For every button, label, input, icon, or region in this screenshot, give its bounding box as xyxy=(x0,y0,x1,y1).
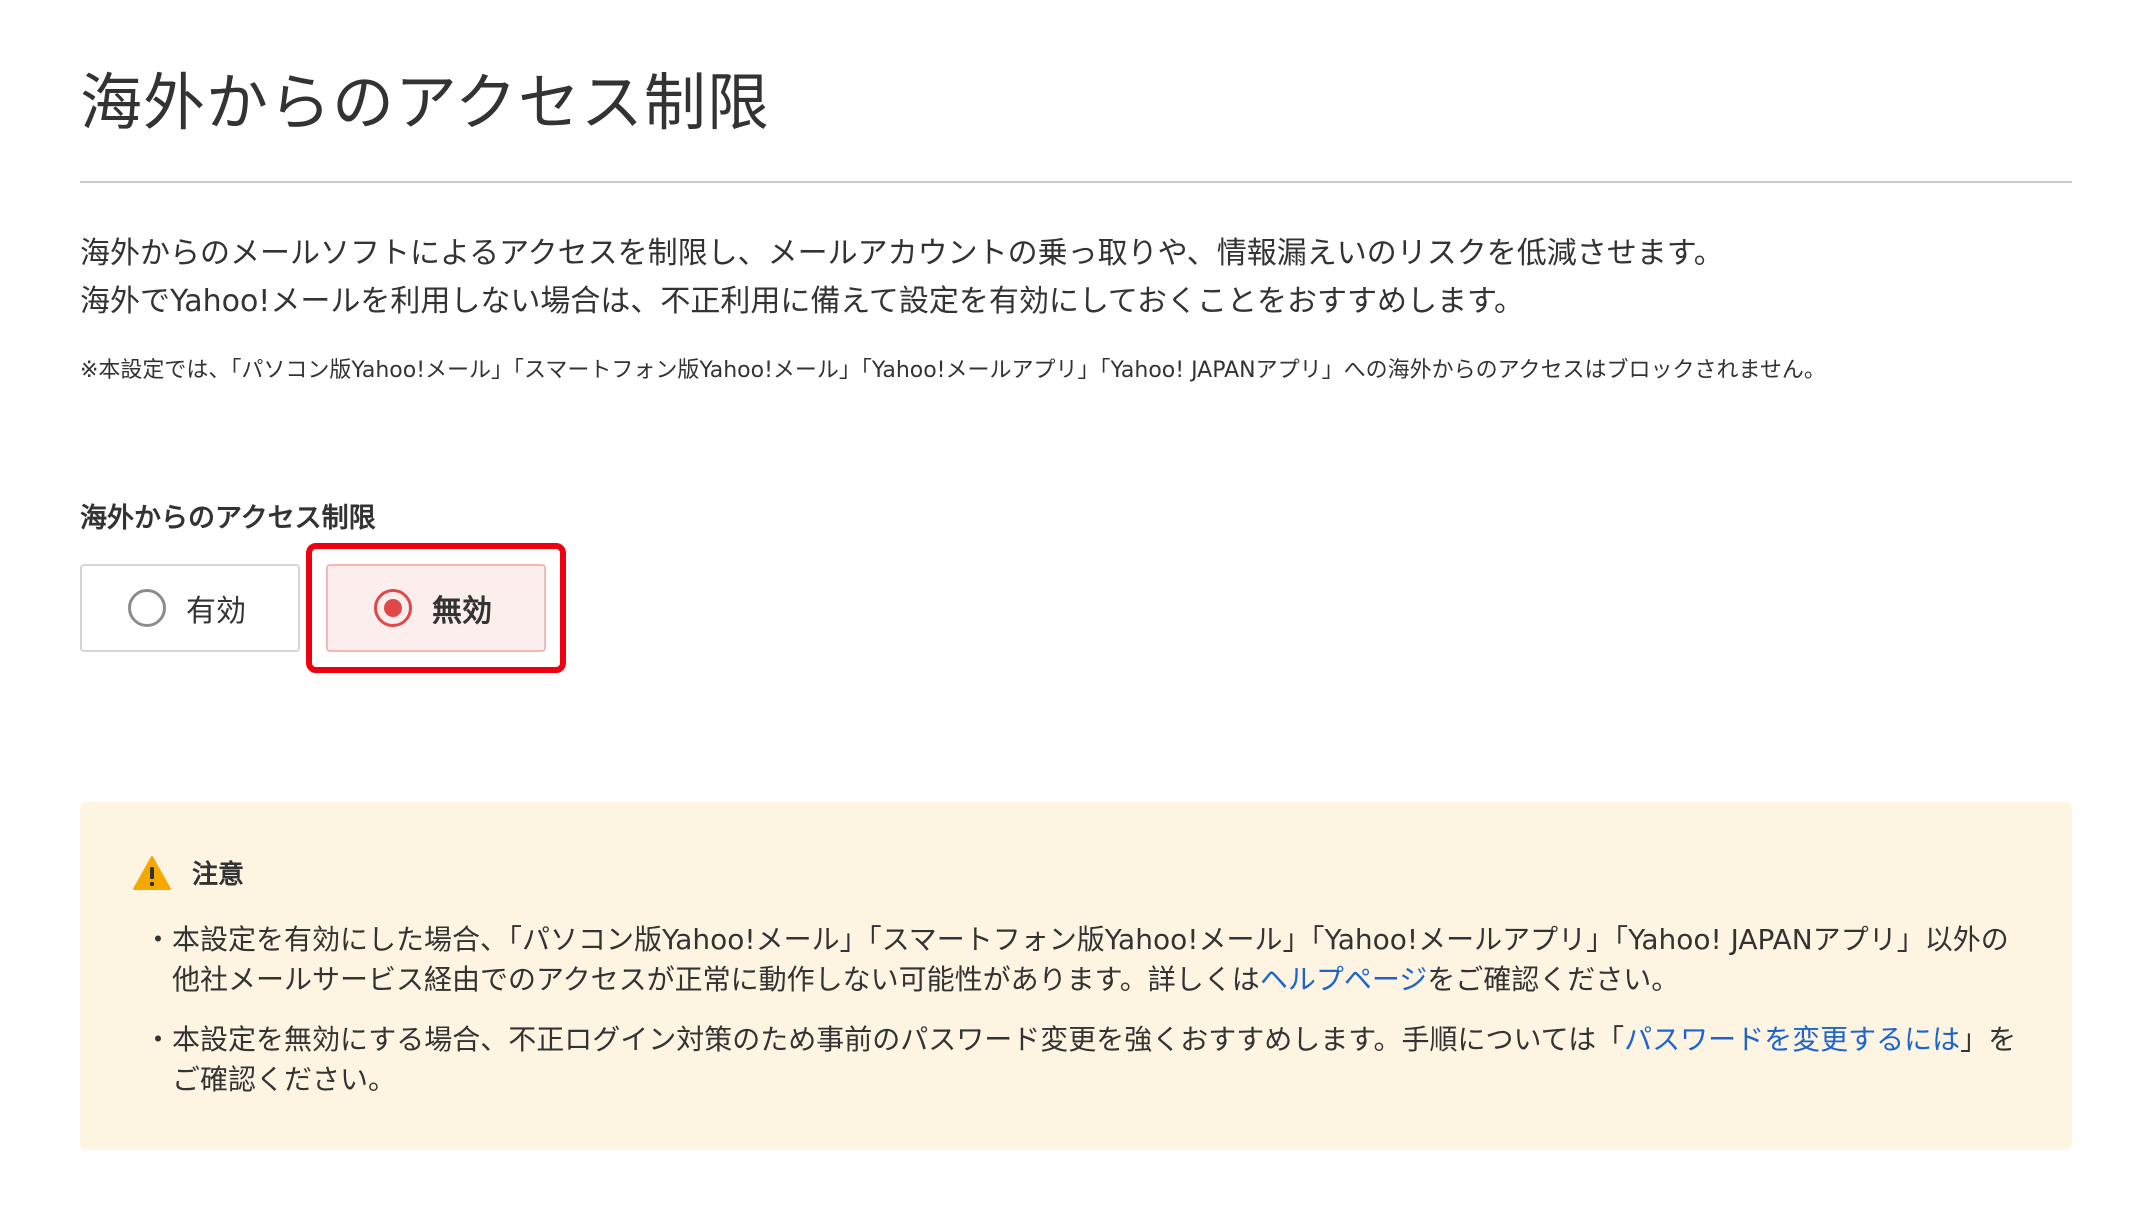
description-line-2: 海外でYahoo!メールを利用しない場合は、不正利用に備えて設定を有効にしておく… xyxy=(80,284,1525,319)
caution-item-text-after: をご確認ください。 xyxy=(1427,963,1680,996)
setting-label: 海外からのアクセス制限 xyxy=(80,503,376,534)
caution-item: ・本設定を無効にする場合、不正ログイン対策のため事前のパスワード変更を強くおすす… xyxy=(80,1020,2072,1100)
caution-item: ・本設定を有効にした場合、「パソコン版Yahoo!メール」「スマートフォン版Ya… xyxy=(80,920,2072,1000)
caution-item-text: 本設定を有効にした場合、「パソコン版Yahoo!メール」「スマートフォン版Yah… xyxy=(172,923,2009,996)
radio-checked-icon xyxy=(374,589,412,627)
bullet: ・ xyxy=(144,1023,173,1056)
caution-panel: 注意 ・本設定を有効にした場合、「パソコン版Yahoo!メール」「スマートフォン… xyxy=(80,802,2072,1150)
description: 海外からのメールソフトによるアクセスを制限し、メールアカウントの乗っ取りや、情報… xyxy=(80,230,1724,326)
radio-unchecked-icon xyxy=(128,589,166,627)
page-title: 海外からのアクセス制限 xyxy=(80,66,770,139)
radio-enabled[interactable]: 有効 xyxy=(80,564,300,652)
caution-header: 注意 xyxy=(132,854,244,891)
description-line-1: 海外からのメールソフトによるアクセスを制限し、メールアカウントの乗っ取りや、情報… xyxy=(80,236,1724,271)
caution-item-text: 本設定を無効にする場合、不正ログイン対策のため事前のパスワード変更を強くおすすめ… xyxy=(172,1023,1625,1056)
radio-disabled[interactable]: 無効 xyxy=(326,564,546,652)
help-page-link[interactable]: ヘルプページ xyxy=(1260,963,1427,996)
bullet: ・ xyxy=(144,923,173,956)
title-divider xyxy=(80,181,2072,183)
change-password-link[interactable]: パスワードを変更するには xyxy=(1624,1023,1960,1056)
warning-icon xyxy=(133,855,171,890)
radio-enabled-label: 有効 xyxy=(186,594,246,629)
caution-list: ・本設定を有効にした場合、「パソコン版Yahoo!メール」「スマートフォン版Ya… xyxy=(80,920,2072,1120)
blocking-note: ※本設定では、「パソコン版Yahoo!メール」「スマートフォン版Yahoo!メー… xyxy=(80,358,1826,383)
page: 海外からのアクセス制限 海外からのメールソフトによるアクセスを制限し、メールアカ… xyxy=(0,0,2140,1226)
caution-title: 注意 xyxy=(192,860,245,890)
radio-disabled-label: 無効 xyxy=(432,594,492,629)
